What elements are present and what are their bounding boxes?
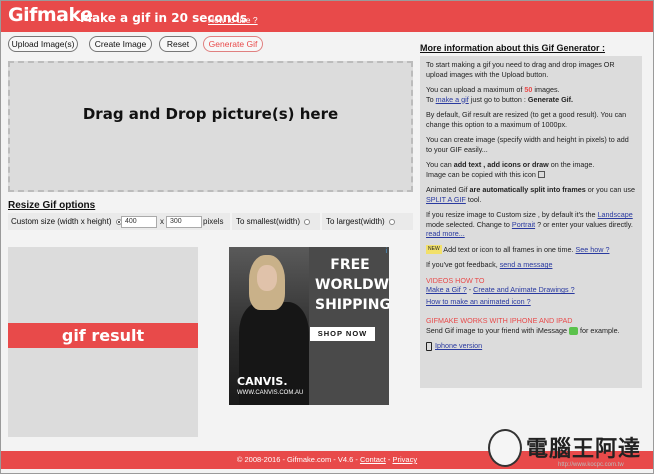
header-bar: Gifmake Make a gif in 20 seconds How to … <box>1 1 653 32</box>
info-p6: Animated Gif are automatically split int… <box>426 185 635 204</box>
split-gif-link[interactable]: SPLIT A GIF <box>426 195 466 204</box>
watermark: 電腦王阿達 http://www.kocpc.com.tw <box>488 425 653 473</box>
ad-shop-now-button[interactable]: SHOP NOW <box>310 327 375 341</box>
gif-result-label: gif result <box>8 323 198 348</box>
reset-button[interactable]: Reset <box>159 36 197 52</box>
info-p7: If you resize image to Custom size , by … <box>426 210 633 238</box>
info-p1: To start making a gif you need to drag a… <box>426 60 615 79</box>
ad-url: WWW.CANVIS.COM.AU <box>237 390 304 396</box>
video-make-gif-link[interactable]: Make a Gif ? <box>426 285 467 294</box>
gif-result-panel: gif result <box>8 247 198 437</box>
generate-gif-button[interactable]: Generate Gif <box>203 36 263 52</box>
iphone-version-row: Iphone version <box>426 341 636 351</box>
info-p2: You can upload a maximum of 50 images. To… <box>426 85 574 104</box>
send-message-link[interactable]: send a message <box>500 260 553 269</box>
drop-zone[interactable]: Drag and Drop picture(s) here <box>8 61 413 192</box>
ad-model-face <box>257 265 277 291</box>
footer-copyright: © 2008-2016 - Gifmake.com - V4.6 - <box>236 455 360 464</box>
height-input[interactable]: 300 <box>166 216 202 228</box>
copy-icon <box>537 171 545 179</box>
pixels-label: pixels <box>203 217 224 226</box>
see-how-link[interactable]: See how ? <box>576 245 610 254</box>
ad-worldwide-text: WORLDWIDE <box>315 277 389 293</box>
info-p5: You can add text , add icons or draw on … <box>426 160 595 179</box>
upload-images-button[interactable]: Upload Image(s) <box>8 36 78 52</box>
video-icon-row: How to make an animated icon ? <box>426 297 636 307</box>
info-p9: If you've got feedback, send a message <box>426 260 553 270</box>
largest-option: To largest(width) <box>322 213 413 230</box>
videos-title: VIDEOS HOW TO <box>426 275 485 285</box>
phone-icon <box>426 341 432 351</box>
info-sidebar: To start making a gif you need to drag a… <box>420 56 642 388</box>
read-more-link[interactable]: read more... <box>426 229 465 238</box>
custom-size-label: Custom size (width x height) <box>11 217 112 226</box>
video-drawings-link[interactable]: Create and Animate Drawings ? <box>473 285 574 294</box>
resize-options-title: Resize Gif options <box>8 200 96 211</box>
info-p8: NEW Add text or icon to all frames in on… <box>426 244 610 255</box>
new-badge: NEW <box>426 244 442 255</box>
ad-brand: CANVIS. <box>237 375 288 388</box>
info-p4: You can create image (specify width and … <box>426 135 629 154</box>
ad-free-text: FREE <box>330 257 370 273</box>
portrait-link[interactable]: Portrait <box>512 220 535 229</box>
sidebar-title: More information about this Gif Generato… <box>420 43 606 53</box>
largest-label: To largest(width) <box>326 217 385 226</box>
ad-shipping-text: SHIPPING <box>315 297 389 313</box>
ad-info-icon[interactable]: i <box>385 248 387 255</box>
privacy-link[interactable]: Privacy <box>393 455 418 464</box>
watermark-text: 電腦王阿達 <box>526 437 642 462</box>
width-input[interactable]: 400 <box>121 216 157 228</box>
contact-link[interactable]: Contact <box>360 455 386 464</box>
times-label: x <box>160 217 164 226</box>
watermark-url: http://www.kocpc.com.tw <box>558 462 624 468</box>
videos-section: VIDEOS HOW TO Make a Gif ? - Create and A… <box>426 275 575 295</box>
smallest-radio[interactable] <box>304 218 311 225</box>
footer-separator: - <box>385 455 393 464</box>
info-p3: By default, Gif result are resized (to g… <box>426 110 627 129</box>
iphone-version-link[interactable]: Iphone version <box>435 341 482 350</box>
watermark-mascot-icon <box>488 429 522 467</box>
smallest-label: To smallest(width) <box>236 217 301 226</box>
video-animated-icon-link[interactable]: How to make an animated icon ? <box>426 297 531 306</box>
largest-radio[interactable] <box>388 218 395 225</box>
smallest-option: To smallest(width) <box>232 213 320 230</box>
resize-options-row: Custom size (width x height) 400 x 300 p… <box>8 213 413 230</box>
drop-zone-text: Drag and Drop picture(s) here <box>82 105 339 123</box>
iphone-title: GIFMAKE WORKS WITH IPHONE AND IPAD <box>426 316 573 326</box>
make-gif-link[interactable]: make a gif <box>436 95 469 104</box>
imessage-icon <box>569 326 579 335</box>
iphone-section: GIFMAKE WORKS WITH IPHONE AND IPAD Send G… <box>426 316 620 335</box>
landscape-link[interactable]: Landscape <box>598 210 633 219</box>
create-image-button[interactable]: Create Image <box>89 36 152 52</box>
how-to-use-link[interactable]: How to use ? <box>208 15 258 25</box>
ad-headline: FREE WORLDWIDE SHIPPING <box>315 255 389 315</box>
ad-banner[interactable]: FREE WORLDWIDE SHIPPING SHOP NOW CANVIS.… <box>229 247 389 405</box>
